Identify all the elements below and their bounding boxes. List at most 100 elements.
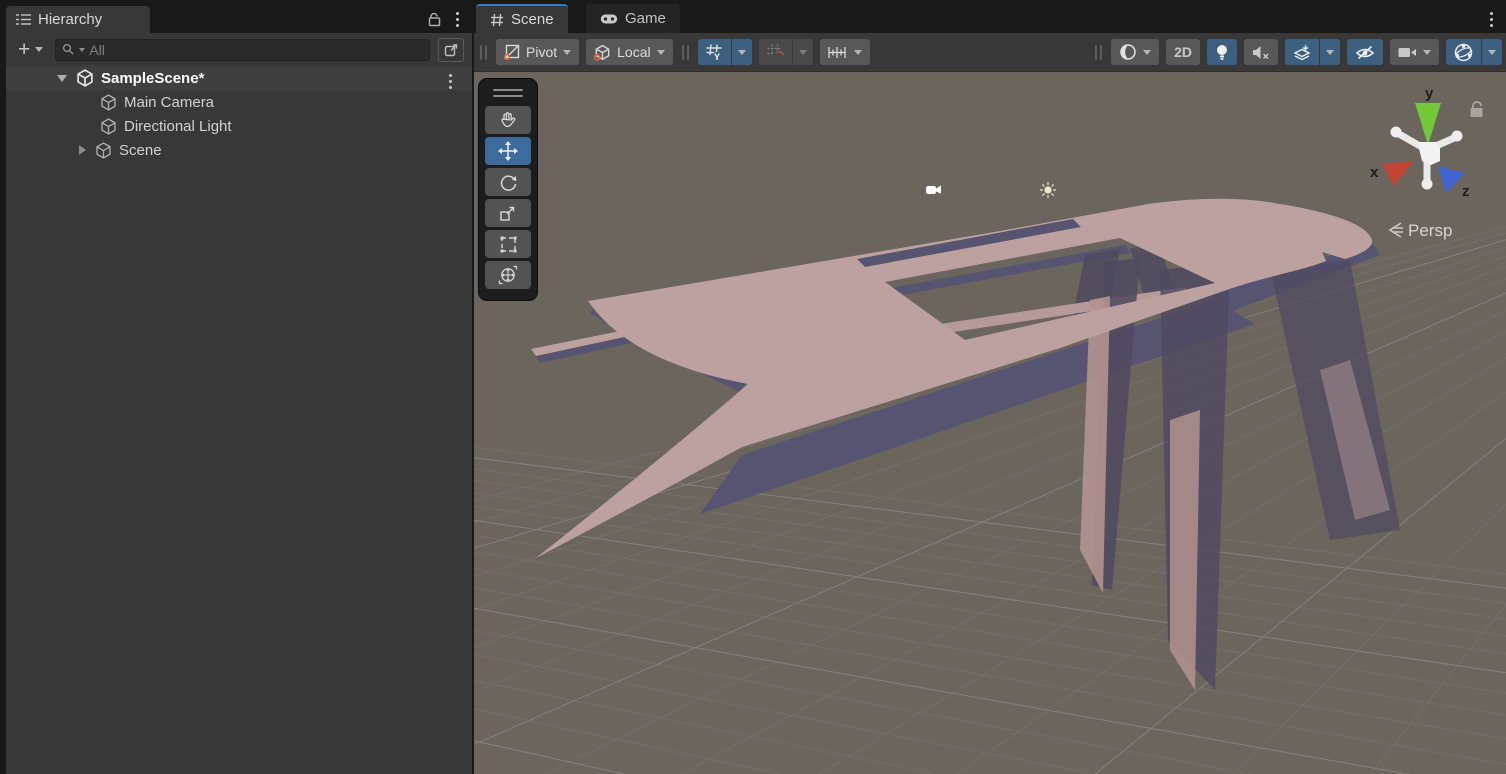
gizmos-caret[interactable] [1482, 39, 1502, 65]
hierarchy-panel: Hierarchy + [6, 0, 472, 774]
scene-root-menu-icon[interactable] [446, 71, 455, 92]
tab-hierarchy[interactable]: Hierarchy [6, 6, 150, 33]
scene-panel-menu-icon[interactable] [1487, 9, 1496, 30]
grid-visibility-caret[interactable] [732, 39, 752, 65]
gizmos-toggle[interactable] [1446, 39, 1481, 65]
pivot-icon [504, 44, 520, 60]
scene-panel: Scene Game Pivot [474, 0, 1506, 774]
snap-increment-dropdown[interactable] [820, 39, 870, 65]
unity-scene-icon [76, 69, 94, 87]
svg-text:Persp: Persp [1408, 221, 1452, 240]
gamepad-icon [600, 13, 618, 25]
scene-visibility-toggle[interactable] [1347, 39, 1383, 65]
directional-light-gizmo-icon[interactable] [1040, 182, 1056, 198]
hand-icon [499, 111, 517, 129]
scene-lighting-toggle[interactable] [1207, 39, 1237, 65]
gizmo-center-cube[interactable] [1419, 142, 1440, 165]
rotate-icon [499, 173, 518, 192]
chevron-down-icon [854, 50, 862, 55]
chevron-down-icon [563, 50, 571, 55]
gizmo-y-axis-cone[interactable] [1415, 103, 1441, 145]
move-tool-button[interactable] [485, 137, 531, 165]
search-window-icon [444, 42, 459, 57]
overlay-drag-handle[interactable] [493, 89, 523, 97]
grid-visibility-toggle[interactable]: Y [698, 39, 731, 65]
rect-icon [499, 235, 518, 254]
hierarchy-row-scene-root[interactable]: SampleScene* [6, 66, 472, 90]
2d-toggle[interactable]: 2D [1166, 39, 1200, 65]
hierarchy-tabbar: Hierarchy [6, 0, 472, 33]
light-bulb-icon [1215, 44, 1229, 61]
viewport-lock-icon[interactable] [1471, 102, 1483, 117]
effects-toggle[interactable] [1285, 39, 1319, 65]
rect-tool-button[interactable] [485, 230, 531, 258]
search-window-button[interactable] [438, 38, 464, 62]
pivot-label: Pivot [526, 44, 557, 60]
search-icon [62, 43, 75, 56]
snap-caret[interactable] [793, 39, 813, 65]
foldout-open-icon[interactable] [57, 75, 67, 82]
gizmo-axis-neg-handle[interactable] [1391, 127, 1402, 138]
add-object-button[interactable]: + [14, 40, 47, 60]
hierarchy-panel-menu-icon[interactable] [453, 9, 462, 30]
foldout-closed-icon[interactable] [79, 145, 86, 155]
move-icon [498, 141, 518, 161]
table-top-mesh[interactable] [536, 199, 1372, 558]
tools-overlay [478, 78, 538, 301]
hierarchy-tab-label: Hierarchy [38, 11, 102, 28]
camera-gizmo-icon[interactable] [926, 186, 941, 195]
unity-editor-window: Hierarchy + [0, 0, 1506, 774]
orientation-label: Local [617, 44, 650, 60]
scale-tool-button[interactable] [485, 199, 531, 227]
eye-slash-icon [1355, 45, 1375, 60]
gizmo-x-axis-cone[interactable] [1382, 161, 1414, 186]
effects-caret[interactable] [1320, 39, 1340, 65]
gizmo-axis-neg-handle[interactable] [1452, 131, 1463, 142]
game-tab-label: Game [625, 10, 666, 27]
transform-tool-button[interactable] [485, 261, 531, 289]
unlocked-padlock-icon[interactable] [428, 12, 441, 27]
local-space-icon [594, 44, 611, 61]
scene-viewport[interactable]: y x z Persp [474, 72, 1506, 774]
tab-game[interactable]: Game [586, 4, 680, 33]
item-label: Directional Light [124, 118, 232, 135]
chevron-down-icon [1143, 50, 1151, 55]
toolbar-grip[interactable] [480, 45, 487, 60]
shading-mode-dropdown[interactable] [1111, 39, 1159, 65]
hand-tool-button[interactable] [485, 106, 531, 134]
hierarchy-tree: SampleScene* Main Camera Directional Lig… [6, 66, 472, 774]
toolbar-grip[interactable] [682, 45, 689, 60]
scene-root-label: SampleScene* [101, 70, 204, 87]
chevron-down-icon [657, 50, 665, 55]
shaded-sphere-icon [1119, 43, 1137, 61]
item-label: Main Camera [124, 94, 214, 111]
snap-magnet-icon [767, 44, 784, 61]
projection-label[interactable]: Persp [1390, 221, 1452, 240]
grid-axis-label: Y [714, 52, 720, 61]
pivot-mode-dropdown[interactable]: Pivot [496, 39, 579, 65]
search-input[interactable] [89, 42, 423, 58]
gizmo-axis-neg-handle[interactable] [1422, 179, 1433, 190]
snap-toggle[interactable] [759, 39, 792, 65]
orientation-gizmo[interactable]: y x z [1370, 85, 1470, 200]
hierarchy-search-box[interactable] [55, 39, 430, 61]
rotate-tool-button[interactable] [485, 168, 531, 196]
scene-camera-dropdown[interactable] [1390, 39, 1439, 65]
hierarchy-row-main-camera[interactable]: Main Camera [6, 90, 472, 114]
scale-icon [499, 204, 517, 222]
hierarchy-row-scene-object[interactable]: Scene [6, 138, 472, 162]
hierarchy-body: + [6, 33, 472, 774]
gizmo-x-label: x [1370, 164, 1379, 181]
toolbar-grip[interactable] [1095, 45, 1102, 60]
tab-scene[interactable]: Scene [476, 4, 568, 33]
scene-audio-toggle[interactable] [1244, 39, 1278, 65]
transform-icon [498, 265, 518, 285]
hierarchy-row-directional-light[interactable]: Directional Light [6, 114, 472, 138]
gizmo-z-axis-cone[interactable] [1438, 166, 1465, 193]
chevron-down-icon [1423, 50, 1431, 55]
item-label: Scene [119, 142, 162, 159]
2d-label: 2D [1174, 44, 1192, 60]
orientation-dropdown[interactable]: Local [586, 39, 672, 65]
gameobject-cube-icon [100, 118, 117, 135]
gizmo-z-label: z [1462, 183, 1470, 200]
